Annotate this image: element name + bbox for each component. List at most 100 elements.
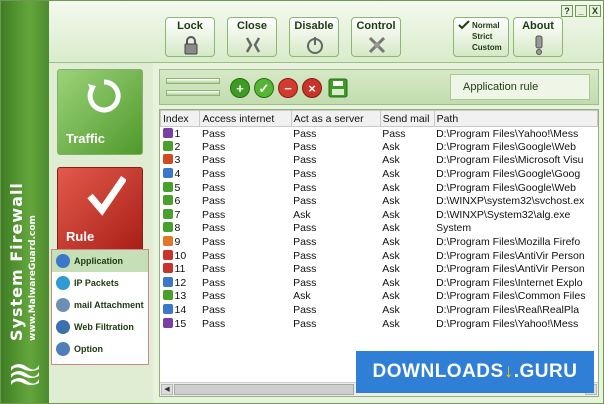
close-window-button[interactable]: X: [589, 5, 601, 17]
table-row[interactable]: 1 Pass Pass Pass D:\Program Files\Yahoo!\Mes…: [161, 127, 598, 141]
cell-index: 15: [161, 317, 200, 331]
cell-act-as-server: Pass: [293, 236, 317, 249]
mode-strict[interactable]: Strict: [472, 31, 508, 42]
about-button[interactable]: About: [513, 17, 563, 57]
table-row[interactable]: 4 Pass Pass Ask D:\Program Files\Google\Goog: [161, 167, 598, 181]
table-row[interactable]: 12 Pass Pass Ask D:\Program Files\Internet E…: [161, 276, 598, 290]
disable-button[interactable]: Disable: [289, 17, 339, 57]
cell-path: D:\WINXP\System32\alg.exe: [436, 208, 571, 221]
table-row[interactable]: 10 Pass Pass Ask D:\Program Files\AntiVir Pe…: [161, 249, 598, 263]
cell-send-mail: Ask: [382, 168, 400, 181]
traffic-tile[interactable]: Traffic: [57, 69, 143, 155]
subnav-option[interactable]: Option: [52, 338, 148, 360]
cell-send-mail: Ask: [382, 317, 400, 330]
cell-index: 5: [161, 181, 200, 195]
traffic-cycle-icon: [87, 79, 121, 113]
table-row[interactable]: 7 Pass Ask Ask D:\WINXP\System32\alg.exe: [161, 208, 598, 222]
control-button[interactable]: Control: [351, 17, 401, 57]
row-index: 4: [174, 168, 181, 181]
watermark-text: DOWNLOADS: [372, 361, 504, 382]
cell-send-mail: Ask: [382, 236, 400, 249]
firewall-window: System Firewall www.MalwareGuard.com ? _…: [0, 0, 604, 404]
table-row[interactable]: 14 Pass Pass Ask D:\Program Files\Real\RealP…: [161, 303, 598, 317]
add-rule-button[interactable]: +: [230, 78, 250, 98]
cell-send-mail: Ask: [382, 290, 400, 303]
row-index: 10: [174, 249, 187, 262]
wave-logo-icon: [11, 364, 39, 385]
app-icon: [162, 304, 173, 315]
cell-access-internet: Pass: [201, 140, 226, 153]
accept-rule-button[interactable]: ✓: [254, 78, 274, 98]
save-rules-icon[interactable]: [328, 78, 348, 98]
app-icon: [162, 317, 173, 328]
table-row[interactable]: 15 Pass Pass Ask D:\Program Files\Yahoo!\Mes…: [161, 317, 598, 331]
delete-rule-button[interactable]: ×: [302, 78, 322, 98]
row-index: 12: [174, 276, 187, 289]
subnav-option-label: Option: [74, 344, 103, 354]
col-access-internet-header[interactable]: Access internet: [199, 110, 292, 127]
cell-send-mail: Ask: [382, 140, 400, 153]
mail-attachment-icon: [56, 298, 70, 312]
subnav-ip-packets[interactable]: IP Packets: [52, 272, 148, 294]
cell-access-internet: Pass: [201, 127, 226, 140]
cell-send-mail: Ask: [382, 263, 400, 276]
table-row[interactable]: 5 Pass Pass Ask D:\Program Files\Google\Web: [161, 181, 598, 195]
rule-toolbar: + ✓ − × Application rule: [159, 69, 599, 105]
lock-button[interactable]: Lock: [165, 17, 215, 57]
col-index-header[interactable]: Index: [160, 110, 201, 127]
subnav-mail-attachment[interactable]: mail Attachment: [52, 294, 148, 316]
app-icon: [162, 140, 173, 151]
col-path-header[interactable]: Path: [433, 110, 598, 127]
rule-tile[interactable]: Rule: [57, 167, 143, 253]
left-navigation: Traffic Rule Application IP Packets mail…: [49, 63, 153, 403]
cell-access-internet: Pass: [201, 154, 226, 167]
cell-send-mail: Ask: [382, 304, 400, 317]
remove-rule-button[interactable]: −: [278, 78, 298, 98]
table-row[interactable]: 8 Pass Pass Ask System: [161, 222, 598, 236]
ip-packets-icon: [56, 276, 70, 290]
help-button[interactable]: ?: [561, 5, 573, 17]
app-icon: [162, 249, 173, 260]
cell-act-as-server: Pass: [293, 154, 317, 167]
brand-title: System Firewall: [7, 182, 26, 341]
cell-act-as-server: Pass: [293, 168, 317, 181]
scroll-left-arrow-icon[interactable]: ◀: [161, 384, 173, 395]
cell-send-mail: Ask: [382, 222, 400, 235]
app-icon: [162, 222, 173, 233]
cell-send-mail: Ask: [382, 154, 400, 167]
checkmark-icon: [458, 20, 470, 30]
col-act-as-server-header[interactable]: Act as a server: [290, 110, 381, 127]
cell-act-as-server: Pass: [293, 181, 317, 194]
table-row[interactable]: 11 Pass Pass Ask D:\Program Files\AntiVir Pe…: [161, 262, 598, 276]
toolbar-grip-bottom: [166, 90, 220, 96]
table-row[interactable]: 3 Pass Pass Ask D:\Program Files\Microsoft V…: [161, 154, 598, 168]
close-button[interactable]: Close: [227, 17, 277, 57]
cell-index: 4: [161, 167, 200, 181]
security-mode-selector[interactable]: Normal Strict Custom: [453, 17, 509, 57]
cell-path: D:\Program Files\Google\Web: [436, 140, 576, 153]
cell-act-as-server: Pass: [293, 195, 317, 208]
cell-index: 12: [161, 276, 200, 290]
table-row[interactable]: 2 Pass Pass Ask D:\Program Files\Google\Web: [161, 140, 598, 154]
subnav-application-label: Application: [74, 256, 123, 266]
x-icon: ×: [308, 81, 316, 96]
mode-custom[interactable]: Custom: [472, 42, 508, 53]
app-icon: [162, 236, 173, 247]
brand-strip: System Firewall www.MalwareGuard.com: [1, 1, 49, 403]
plus-icon: +: [236, 81, 244, 96]
scroll-thumb[interactable]: [174, 384, 354, 395]
app-icon: [162, 276, 173, 287]
subnav-web-filtration[interactable]: Web Filtration: [52, 316, 148, 338]
table-row[interactable]: 13 Pass Ask Ask D:\Program Files\Common File…: [161, 290, 598, 304]
disable-label: Disable: [294, 20, 334, 32]
table-row[interactable]: 6 Pass Pass Ask D:\WINXP\system32\svchost.ex: [161, 194, 598, 208]
subnav-mail-attachment-label: mail Attachment: [74, 300, 144, 310]
table-row[interactable]: 9 Pass Pass Ask D:\Program Files\Mozilla Fir…: [161, 235, 598, 249]
cell-access-internet: Pass: [201, 181, 226, 194]
minimize-button[interactable]: _: [575, 5, 587, 17]
row-index: 3: [174, 154, 181, 167]
mode-normal[interactable]: Normal: [472, 20, 508, 31]
app-icon: [162, 195, 173, 206]
subnav-application[interactable]: Application: [52, 250, 148, 272]
col-send-mail-header[interactable]: Send mail: [379, 110, 435, 127]
